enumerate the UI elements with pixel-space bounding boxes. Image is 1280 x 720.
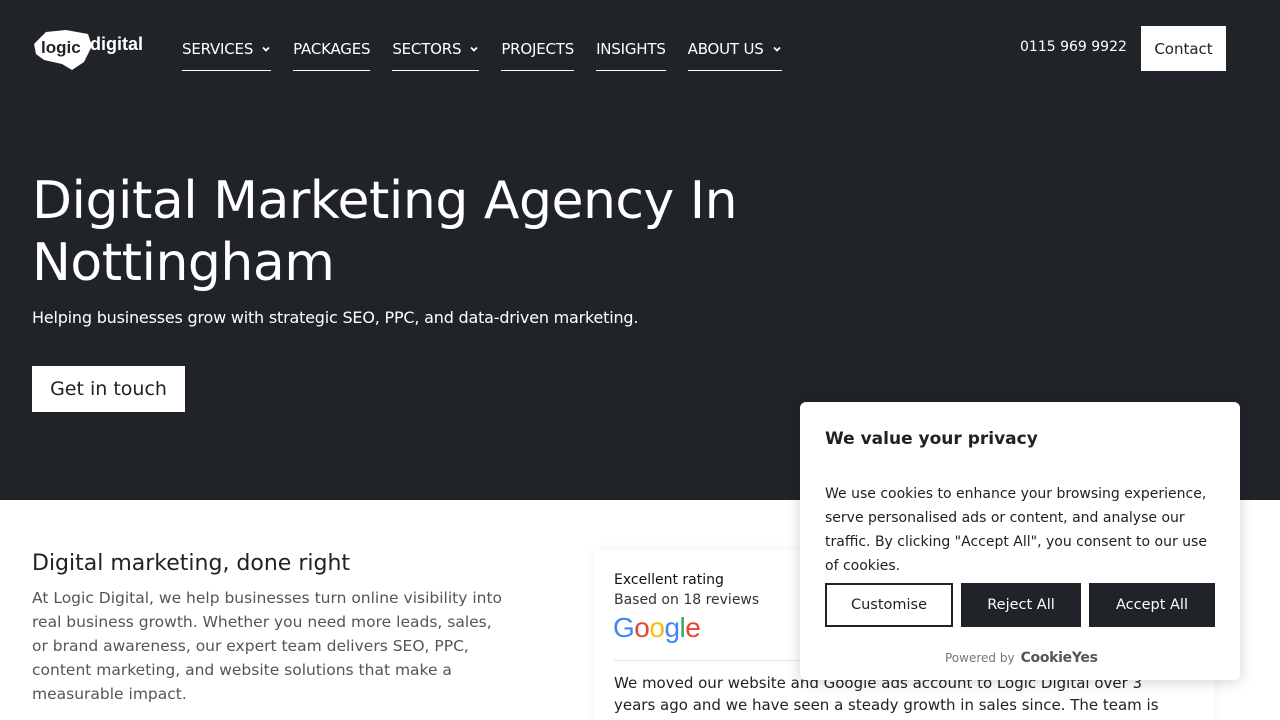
main-nav: SERVICES PACKAGES SECTORS PROJECTS INSIG…: [182, 38, 804, 71]
contact-button[interactable]: Contact: [1141, 26, 1226, 71]
svg-text:digital: digital: [90, 34, 143, 54]
nav-insights-label: INSIGHTS: [596, 40, 666, 58]
intro-body: At Logic Digital, we help businesses tur…: [32, 589, 503, 703]
reject-all-button[interactable]: Reject All: [961, 583, 1081, 627]
cookieyes-logo[interactable]: CookieYes: [1021, 650, 1098, 666]
customise-button[interactable]: Customise: [825, 583, 953, 627]
logic-digital-logo[interactable]: logic digital: [32, 26, 152, 72]
nav-projects[interactable]: PROJECTS: [501, 38, 574, 71]
nav-projects-label: PROJECTS: [501, 40, 575, 58]
nav-sectors-label: SECTORS: [392, 40, 462, 58]
chevron-down-icon: [772, 46, 781, 52]
hero-title: Digital Marketing Agency In Nottingham: [32, 170, 792, 294]
nav-about-us-label: ABOUT US: [687, 40, 764, 58]
nav-services[interactable]: SERVICES: [182, 38, 272, 71]
powered-by-label: Powered by: [945, 651, 1015, 665]
phone-link[interactable]: 0115 969 9922: [1020, 39, 1127, 55]
review-count: Based on 18 reviews: [614, 592, 760, 608]
nav-about-us[interactable]: ABOUT US: [687, 38, 782, 71]
get-in-touch-button[interactable]: Get in touch: [32, 366, 185, 412]
cookie-title: We value your privacy: [825, 429, 1038, 449]
rating-label: Excellent rating: [614, 572, 724, 588]
powered-by: Powered by CookieYes: [945, 650, 1098, 666]
nav-services-label: SERVICES: [182, 40, 254, 58]
cookie-consent-banner: We value your privacy We use cookies to …: [800, 402, 1240, 680]
chevron-down-icon: [470, 46, 478, 52]
hero-title-line2: Nottingham: [32, 233, 335, 293]
nav-insights[interactable]: INSIGHTS: [596, 38, 666, 71]
google-logo-icon: Google: [613, 612, 701, 643]
svg-text:logic: logic: [41, 38, 81, 57]
nav-packages[interactable]: PACKAGES: [293, 38, 371, 71]
hero-title-line1: Digital Marketing Agency In: [32, 171, 738, 231]
hero-subtitle: Helping businesses grow with strategic S…: [32, 308, 639, 327]
chevron-down-icon: [262, 46, 270, 52]
nav-sectors[interactable]: SECTORS: [392, 38, 480, 71]
accept-all-button[interactable]: Accept All: [1089, 583, 1215, 627]
intro-heading: Digital marketing, done right: [32, 551, 351, 576]
nav-packages-label: PACKAGES: [293, 40, 371, 58]
cookie-text: We use cookies to enhance your browsing …: [825, 486, 1207, 574]
